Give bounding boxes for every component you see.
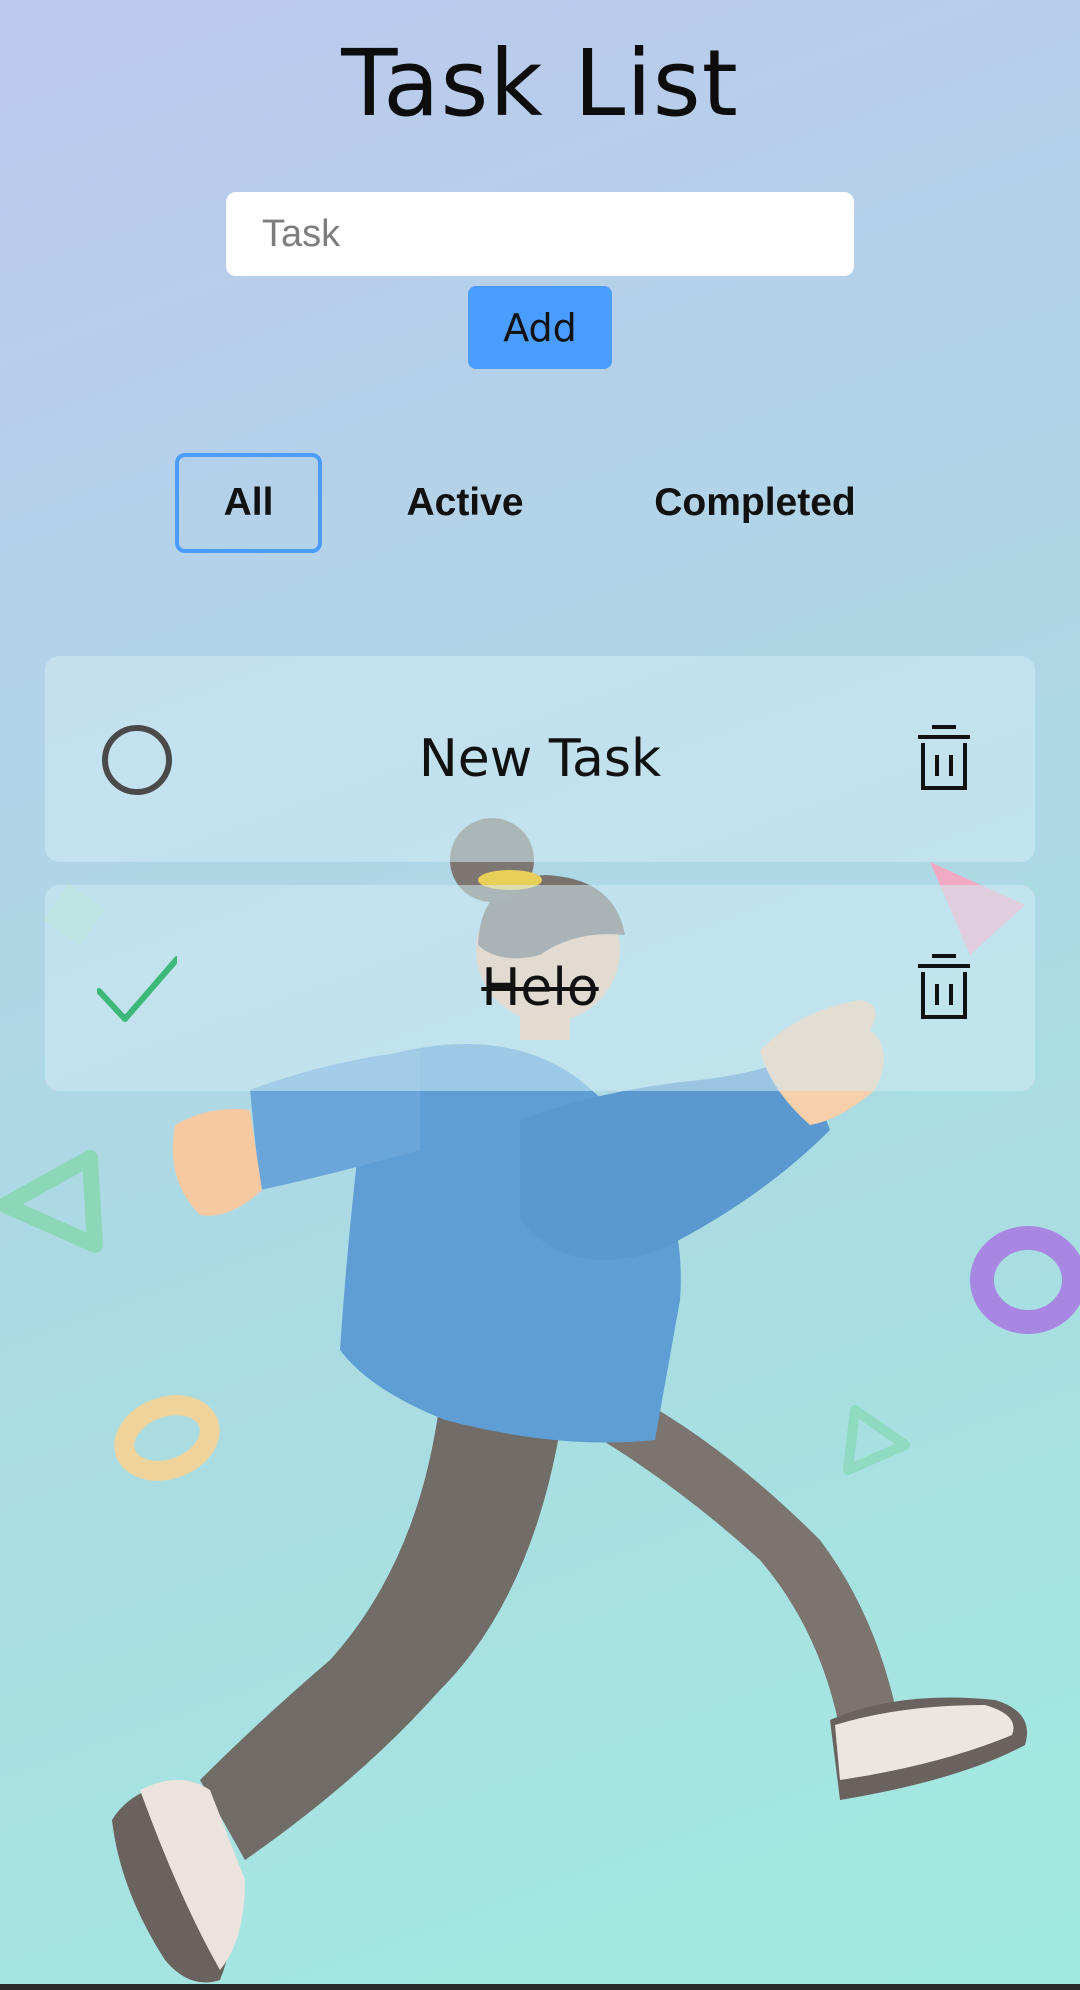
- filter-all-button[interactable]: All: [175, 453, 322, 553]
- filter-active-button[interactable]: Active: [382, 453, 548, 553]
- task-input[interactable]: [226, 192, 854, 276]
- checkmark-icon[interactable]: [97, 949, 177, 1029]
- green-triangle-shape: [0, 1150, 103, 1253]
- task-card: New Task: [45, 656, 1035, 862]
- filter-tabs: All Active Completed: [0, 453, 1080, 553]
- page-title: Task List: [341, 30, 739, 137]
- yellow-ring-shape: [114, 1395, 220, 1481]
- trash-icon[interactable]: [915, 953, 973, 1021]
- small-triangle-shape: [843, 1405, 910, 1475]
- task-text: New Task: [418, 729, 662, 789]
- filter-completed-button[interactable]: Completed: [630, 453, 880, 553]
- circle-icon[interactable]: [97, 720, 177, 800]
- task-card: Helo: [45, 885, 1035, 1091]
- task-text-completed: Helo: [481, 958, 599, 1018]
- trash-icon[interactable]: [915, 724, 973, 792]
- bottom-bar: [0, 1984, 1080, 1990]
- purple-ring-shape: [970, 1226, 1080, 1334]
- add-button[interactable]: Add: [468, 286, 612, 369]
